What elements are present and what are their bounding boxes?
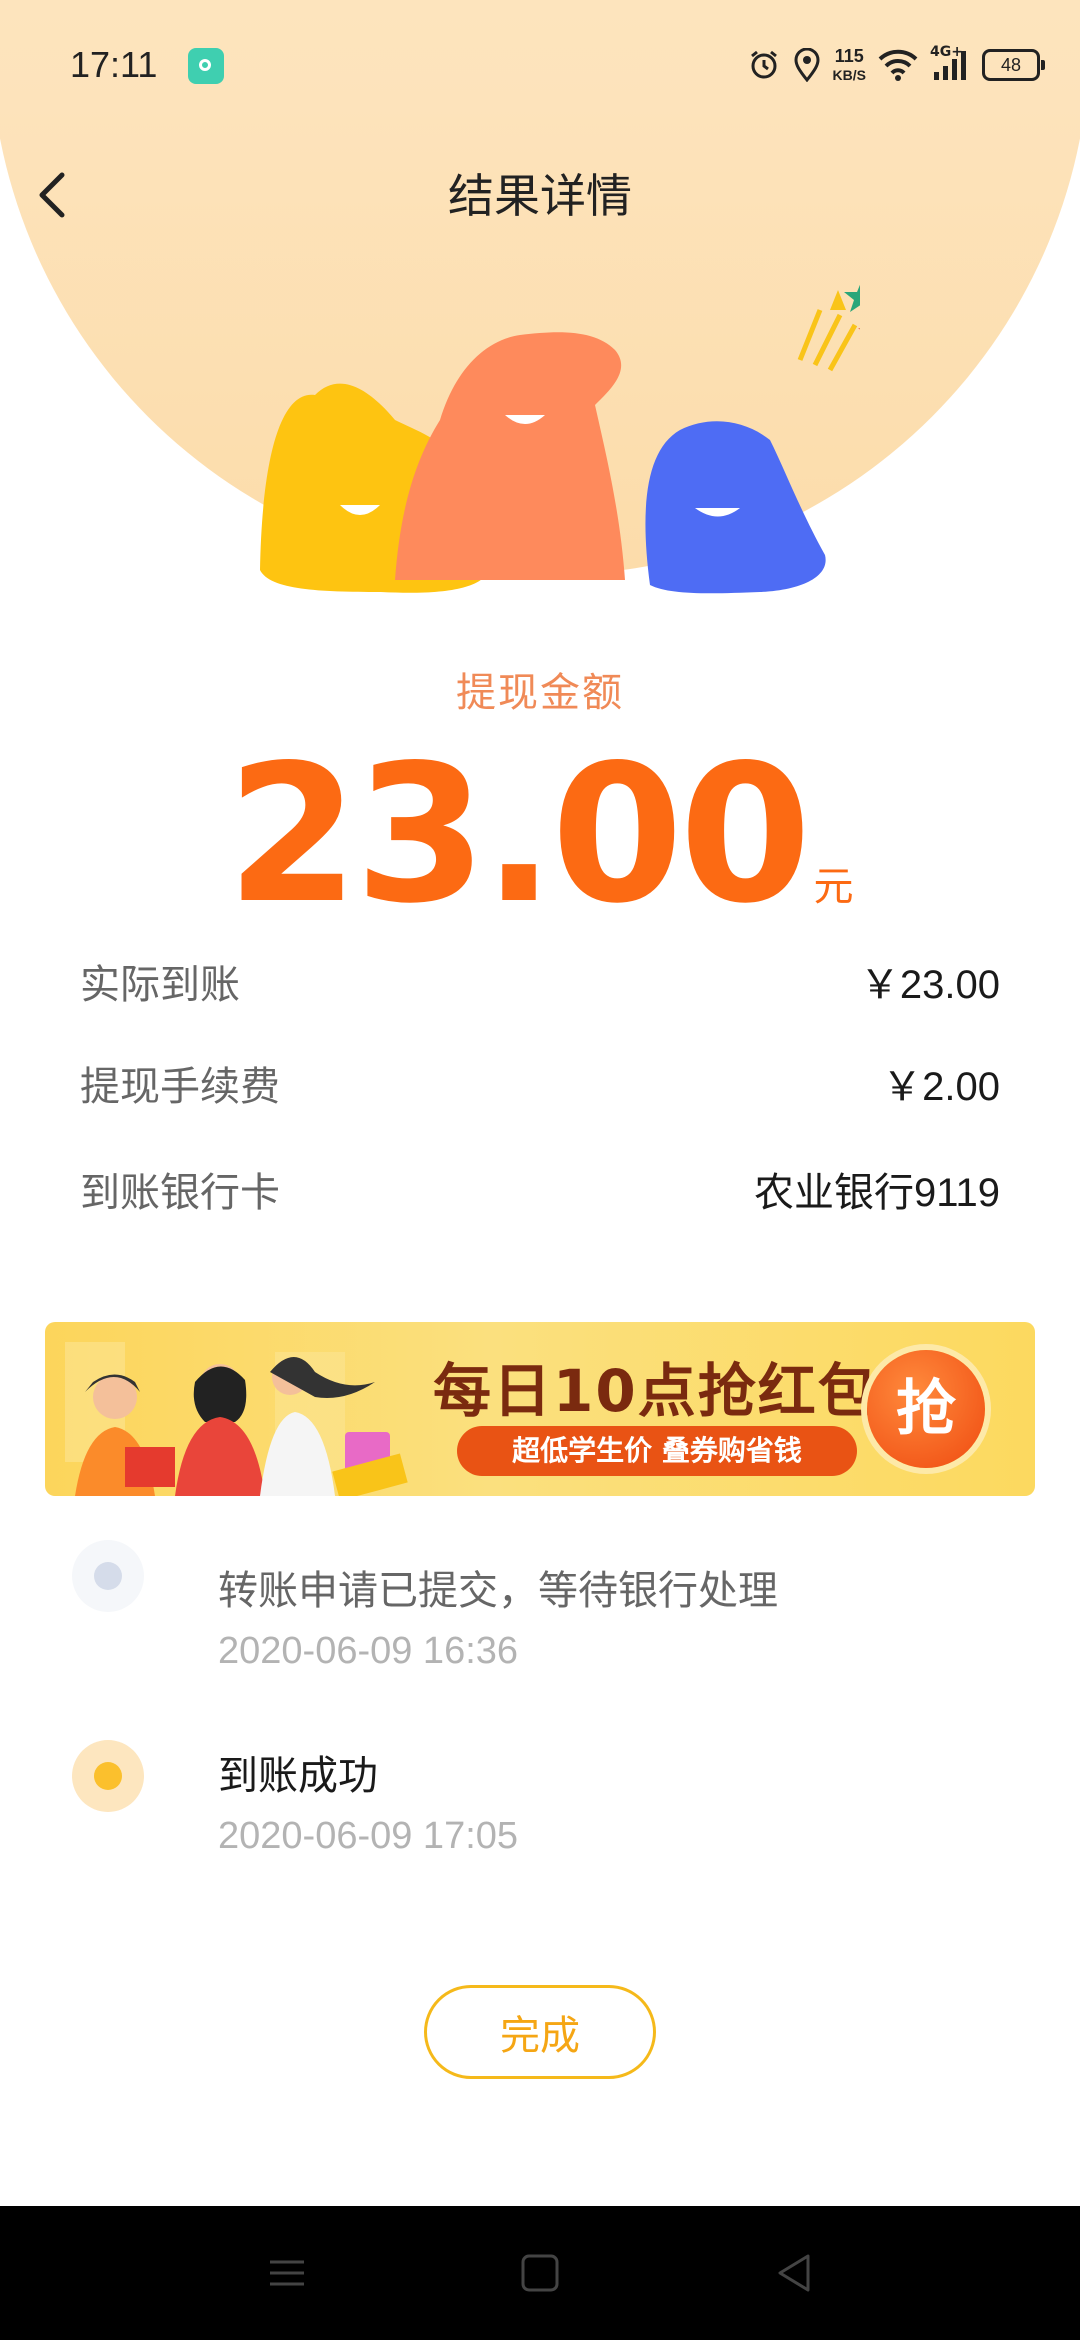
mascots-illustration [260, 284, 860, 594]
wifi-icon [878, 49, 918, 81]
network-type: 4G+ [930, 44, 963, 60]
amount-unit: 元 [813, 864, 854, 910]
app-notification-icon [188, 48, 224, 84]
amount-value: 23.00 [226, 724, 812, 945]
grab-button[interactable]: 抢 [867, 1350, 985, 1468]
detail-value: ￥23.00 [859, 963, 1000, 1007]
net-speed-unit: KB/S [832, 66, 866, 83]
banner-illustration [65, 1342, 408, 1496]
detail-value: 农业银行9119 [753, 1171, 1000, 1215]
banner-subtitle: 超低学生价 叠券购省钱 [457, 1426, 857, 1476]
location-icon [793, 48, 821, 82]
back-nav-icon[interactable] [770, 2248, 820, 2298]
battery-level: 48 [1000, 55, 1022, 75]
page-title: 结果详情 [448, 169, 632, 223]
done-button[interactable]: 完成 [424, 1985, 656, 2079]
timeline-dot-current [72, 1740, 144, 1812]
signal-icon: 4G+ [930, 44, 970, 82]
menu-icon[interactable] [262, 2248, 312, 2298]
detail-label: 实际到账 [80, 962, 240, 1008]
status-bar: 17:11 115 KB/S 4G+ 48 [0, 0, 1080, 130]
detail-row-bank-card: 到账银行卡 农业银行9119 [80, 1160, 1000, 1218]
status-time: 17:11 [70, 44, 158, 85]
amount-label: 提现金额 [456, 670, 624, 716]
detail-value: ￥2.00 [882, 1065, 1000, 1109]
alarm-icon [747, 48, 781, 82]
battery-icon: 48 [982, 49, 1045, 81]
banner-title: 每日10点抢红包 [433, 1357, 878, 1425]
detail-label: 到账银行卡 [80, 1170, 280, 1216]
net-speed-value: 115 [834, 45, 864, 66]
timeline-step-time: 2020-06-09 16:36 [218, 1630, 519, 1672]
detail-row-fee: 提现手续费 ￥2.00 [80, 1054, 1000, 1112]
system-nav-bar [0, 2206, 1080, 2340]
detail-row-actual: 实际到账 ￥23.00 [80, 952, 1000, 1010]
promo-banner[interactable]: 每日10点抢红包 超低学生价 叠券购省钱 抢 [45, 1322, 1035, 1496]
timeline-dot-done [72, 1540, 144, 1612]
timeline-step-title: 到账成功 [218, 1753, 378, 1799]
timeline-step-time: 2020-06-09 17:05 [218, 1815, 519, 1857]
amount-display: 23.00 元 [0, 740, 1080, 930]
detail-label: 提现手续费 [80, 1064, 280, 1110]
home-icon[interactable] [515, 2248, 565, 2298]
timeline-step-title: 转账申请已提交，等待银行处理 [218, 1568, 778, 1614]
net-speed: 115 KB/S [833, 47, 866, 84]
